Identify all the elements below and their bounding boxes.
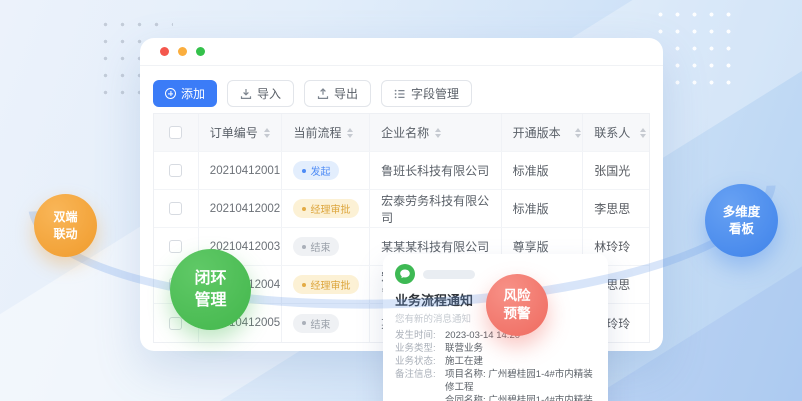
row-checkbox[interactable] — [169, 164, 182, 177]
row-checkbox[interactable] — [169, 317, 182, 330]
header-checkbox-cell — [154, 114, 199, 151]
sort-icon[interactable] — [264, 128, 270, 138]
header-order[interactable]: 订单编号 — [199, 114, 283, 151]
toolbar: 添加 导入 导出 字段管理 — [153, 80, 472, 107]
status-badge: 结束 — [293, 314, 339, 333]
marketing-scene: 添加 导入 导出 字段管理 — [0, 0, 802, 401]
status-dot-icon — [302, 321, 306, 325]
header-company[interactable]: 企业名称 — [370, 114, 501, 151]
status-dot-icon — [302, 169, 306, 173]
titlebar-divider — [140, 65, 663, 66]
import-button[interactable]: 导入 — [227, 80, 294, 107]
notification-fields: 发生时间: 2023-03-14 14:20 业务类型: 联营业务 业务状态: … — [395, 329, 596, 401]
table-header-row: 订单编号 当前流程 企业名称 开通版本 联系人 — [154, 114, 649, 152]
field-value: 项目名称: 广州碧桂园1-4#市内精装修工程 — [445, 368, 596, 394]
field-label: 业务状态: — [395, 355, 445, 368]
import-button-label: 导入 — [257, 85, 281, 102]
status-badge: 发起 — [293, 161, 339, 180]
badge-risk-warning: 风险 预警 — [486, 274, 548, 336]
export-icon — [317, 88, 329, 100]
field-management-button-label: 字段管理 — [411, 85, 459, 102]
header-version[interactable]: 开通版本 — [502, 114, 584, 151]
contact: 张国光 — [583, 152, 649, 189]
close-window-icon[interactable] — [160, 47, 169, 56]
import-icon — [240, 88, 252, 100]
field-management-button[interactable]: 字段管理 — [381, 80, 472, 107]
sort-icon[interactable] — [435, 128, 441, 138]
sort-icon[interactable] — [640, 128, 646, 138]
minimize-window-icon[interactable] — [178, 47, 187, 56]
select-all-checkbox[interactable] — [169, 126, 182, 139]
add-button-label: 添加 — [181, 85, 205, 102]
header-flow[interactable]: 当前流程 — [282, 114, 370, 151]
sort-icon[interactable] — [347, 128, 353, 138]
maximize-window-icon[interactable] — [196, 47, 205, 56]
badge-dual-linkage: 双端 联动 — [34, 194, 97, 257]
version: 标准版 — [502, 152, 584, 189]
order-no: 20210412001 — [199, 152, 283, 189]
field-value: 施工在建 — [445, 355, 483, 368]
field-label: 发生时间: — [395, 329, 445, 342]
dot-grid-right — [652, 6, 740, 90]
window-controls — [160, 47, 205, 56]
badge-multidim-kanban: 多维度 看板 — [705, 184, 778, 257]
field-extra-line: 合同名称: 广州碧桂园1-4#市内精装修工程龙骨采购合同 — [395, 394, 596, 401]
badge-closed-loop: 闭环 管理 — [170, 249, 251, 330]
header-contact[interactable]: 联系人 — [583, 114, 649, 151]
list-settings-icon — [394, 88, 406, 100]
field-value: 联营业务 — [445, 342, 483, 355]
export-button-label: 导出 — [334, 85, 358, 102]
company-name: 鲁班长科技有限公司 — [370, 152, 501, 189]
add-button[interactable]: 添加 — [153, 80, 217, 107]
table-row[interactable]: 20210412001 发起 鲁班长科技有限公司 标准版 张国光 — [154, 152, 649, 190]
field-label: 备注信息: — [395, 368, 445, 394]
export-button[interactable]: 导出 — [304, 80, 371, 107]
sort-icon[interactable] — [575, 128, 581, 138]
field-label: 业务类型: — [395, 342, 445, 355]
plus-circle-icon — [165, 88, 176, 99]
